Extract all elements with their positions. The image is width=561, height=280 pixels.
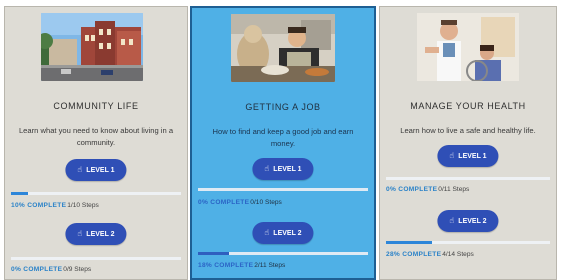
level-1-button[interactable]: ☝ LEVEL 1 bbox=[65, 159, 127, 181]
steps-count: 0/9 Steps bbox=[63, 266, 92, 273]
level-button-label: LEVEL 1 bbox=[86, 167, 115, 174]
course-card-getting-a-job: GETTING A JOB How to find and keep a goo… bbox=[190, 6, 376, 280]
level-1-progress-bar bbox=[11, 192, 181, 195]
card-title: GETTING A JOB bbox=[245, 102, 321, 112]
course-card-manage-your-health: MANAGE YOUR HEALTH Learn how to live a s… bbox=[379, 6, 557, 280]
doctor-patient-photo bbox=[417, 13, 519, 81]
level-1-progress-text: 0% COMPLETE0/11 Steps bbox=[386, 186, 469, 193]
percent-complete: 10% COMPLETE bbox=[11, 202, 67, 209]
card-title: MANAGE YOUR HEALTH bbox=[410, 101, 526, 111]
town-street-photo bbox=[41, 13, 143, 81]
progress-fill bbox=[198, 252, 229, 255]
progress-fill bbox=[11, 192, 28, 195]
level-1-progress-bar bbox=[386, 177, 550, 180]
hand-pointer-icon: ☝ bbox=[77, 165, 83, 174]
level-2-button[interactable]: ☝ LEVEL 2 bbox=[437, 210, 499, 232]
card-description: Learn how to live a safe and healthy lif… bbox=[400, 126, 536, 135]
hand-pointer-icon: ☝ bbox=[449, 151, 455, 160]
level-2-progress-bar bbox=[11, 257, 181, 260]
level-button-label: LEVEL 2 bbox=[458, 218, 487, 225]
percent-complete: 0% COMPLETE bbox=[198, 199, 250, 206]
level-1-progress-bar bbox=[198, 188, 368, 191]
level-1-button[interactable]: ☝ LEVEL 1 bbox=[252, 158, 314, 180]
course-card-community-life: COMMUNITY LIFE Learn what you need to kn… bbox=[4, 6, 188, 280]
level-1-progress-text: 0% COMPLETE0/10 Steps bbox=[198, 199, 282, 206]
level-2-progress-text: 18% COMPLETE2/11 Steps bbox=[198, 262, 285, 269]
level-button-label: LEVEL 1 bbox=[273, 166, 302, 173]
card-title: COMMUNITY LIFE bbox=[53, 101, 139, 111]
level-button-label: LEVEL 2 bbox=[86, 231, 115, 238]
level-1-progress-text: 10% COMPLETE1/10 Steps bbox=[11, 202, 99, 209]
level-2-progress-bar bbox=[386, 241, 550, 244]
progress-fill bbox=[386, 241, 432, 244]
level-2-progress-text: 28% COMPLETE4/14 Steps bbox=[386, 251, 474, 258]
steps-count: 0/11 Steps bbox=[438, 186, 470, 193]
percent-complete: 28% COMPLETE bbox=[386, 251, 442, 258]
percent-complete: 18% COMPLETE bbox=[198, 262, 254, 269]
steps-count: 4/14 Steps bbox=[442, 251, 474, 258]
level-2-progress-text: 0% COMPLETE0/9 Steps bbox=[11, 266, 91, 273]
hand-pointer-icon: ☝ bbox=[264, 164, 270, 173]
hand-pointer-icon: ☝ bbox=[77, 229, 83, 238]
level-1-button[interactable]: ☝ LEVEL 1 bbox=[437, 145, 499, 167]
level-2-progress-bar bbox=[198, 252, 368, 255]
percent-complete: 0% COMPLETE bbox=[11, 266, 63, 273]
steps-count: 2/11 Steps bbox=[254, 262, 286, 269]
food-worker-photo bbox=[231, 14, 335, 82]
steps-count: 0/10 Steps bbox=[250, 199, 282, 206]
steps-count: 1/10 Steps bbox=[67, 202, 99, 209]
card-description: Learn what you need to know about living… bbox=[18, 126, 174, 147]
card-description: How to find and keep a good job and earn… bbox=[212, 127, 354, 148]
percent-complete: 0% COMPLETE bbox=[386, 186, 438, 193]
level-button-label: LEVEL 1 bbox=[458, 153, 487, 160]
level-button-label: LEVEL 2 bbox=[273, 230, 302, 237]
level-2-button[interactable]: ☝ LEVEL 2 bbox=[252, 222, 314, 244]
hand-pointer-icon: ☝ bbox=[449, 216, 455, 225]
hand-pointer-icon: ☝ bbox=[264, 228, 270, 237]
level-2-button[interactable]: ☝ LEVEL 2 bbox=[65, 223, 127, 245]
